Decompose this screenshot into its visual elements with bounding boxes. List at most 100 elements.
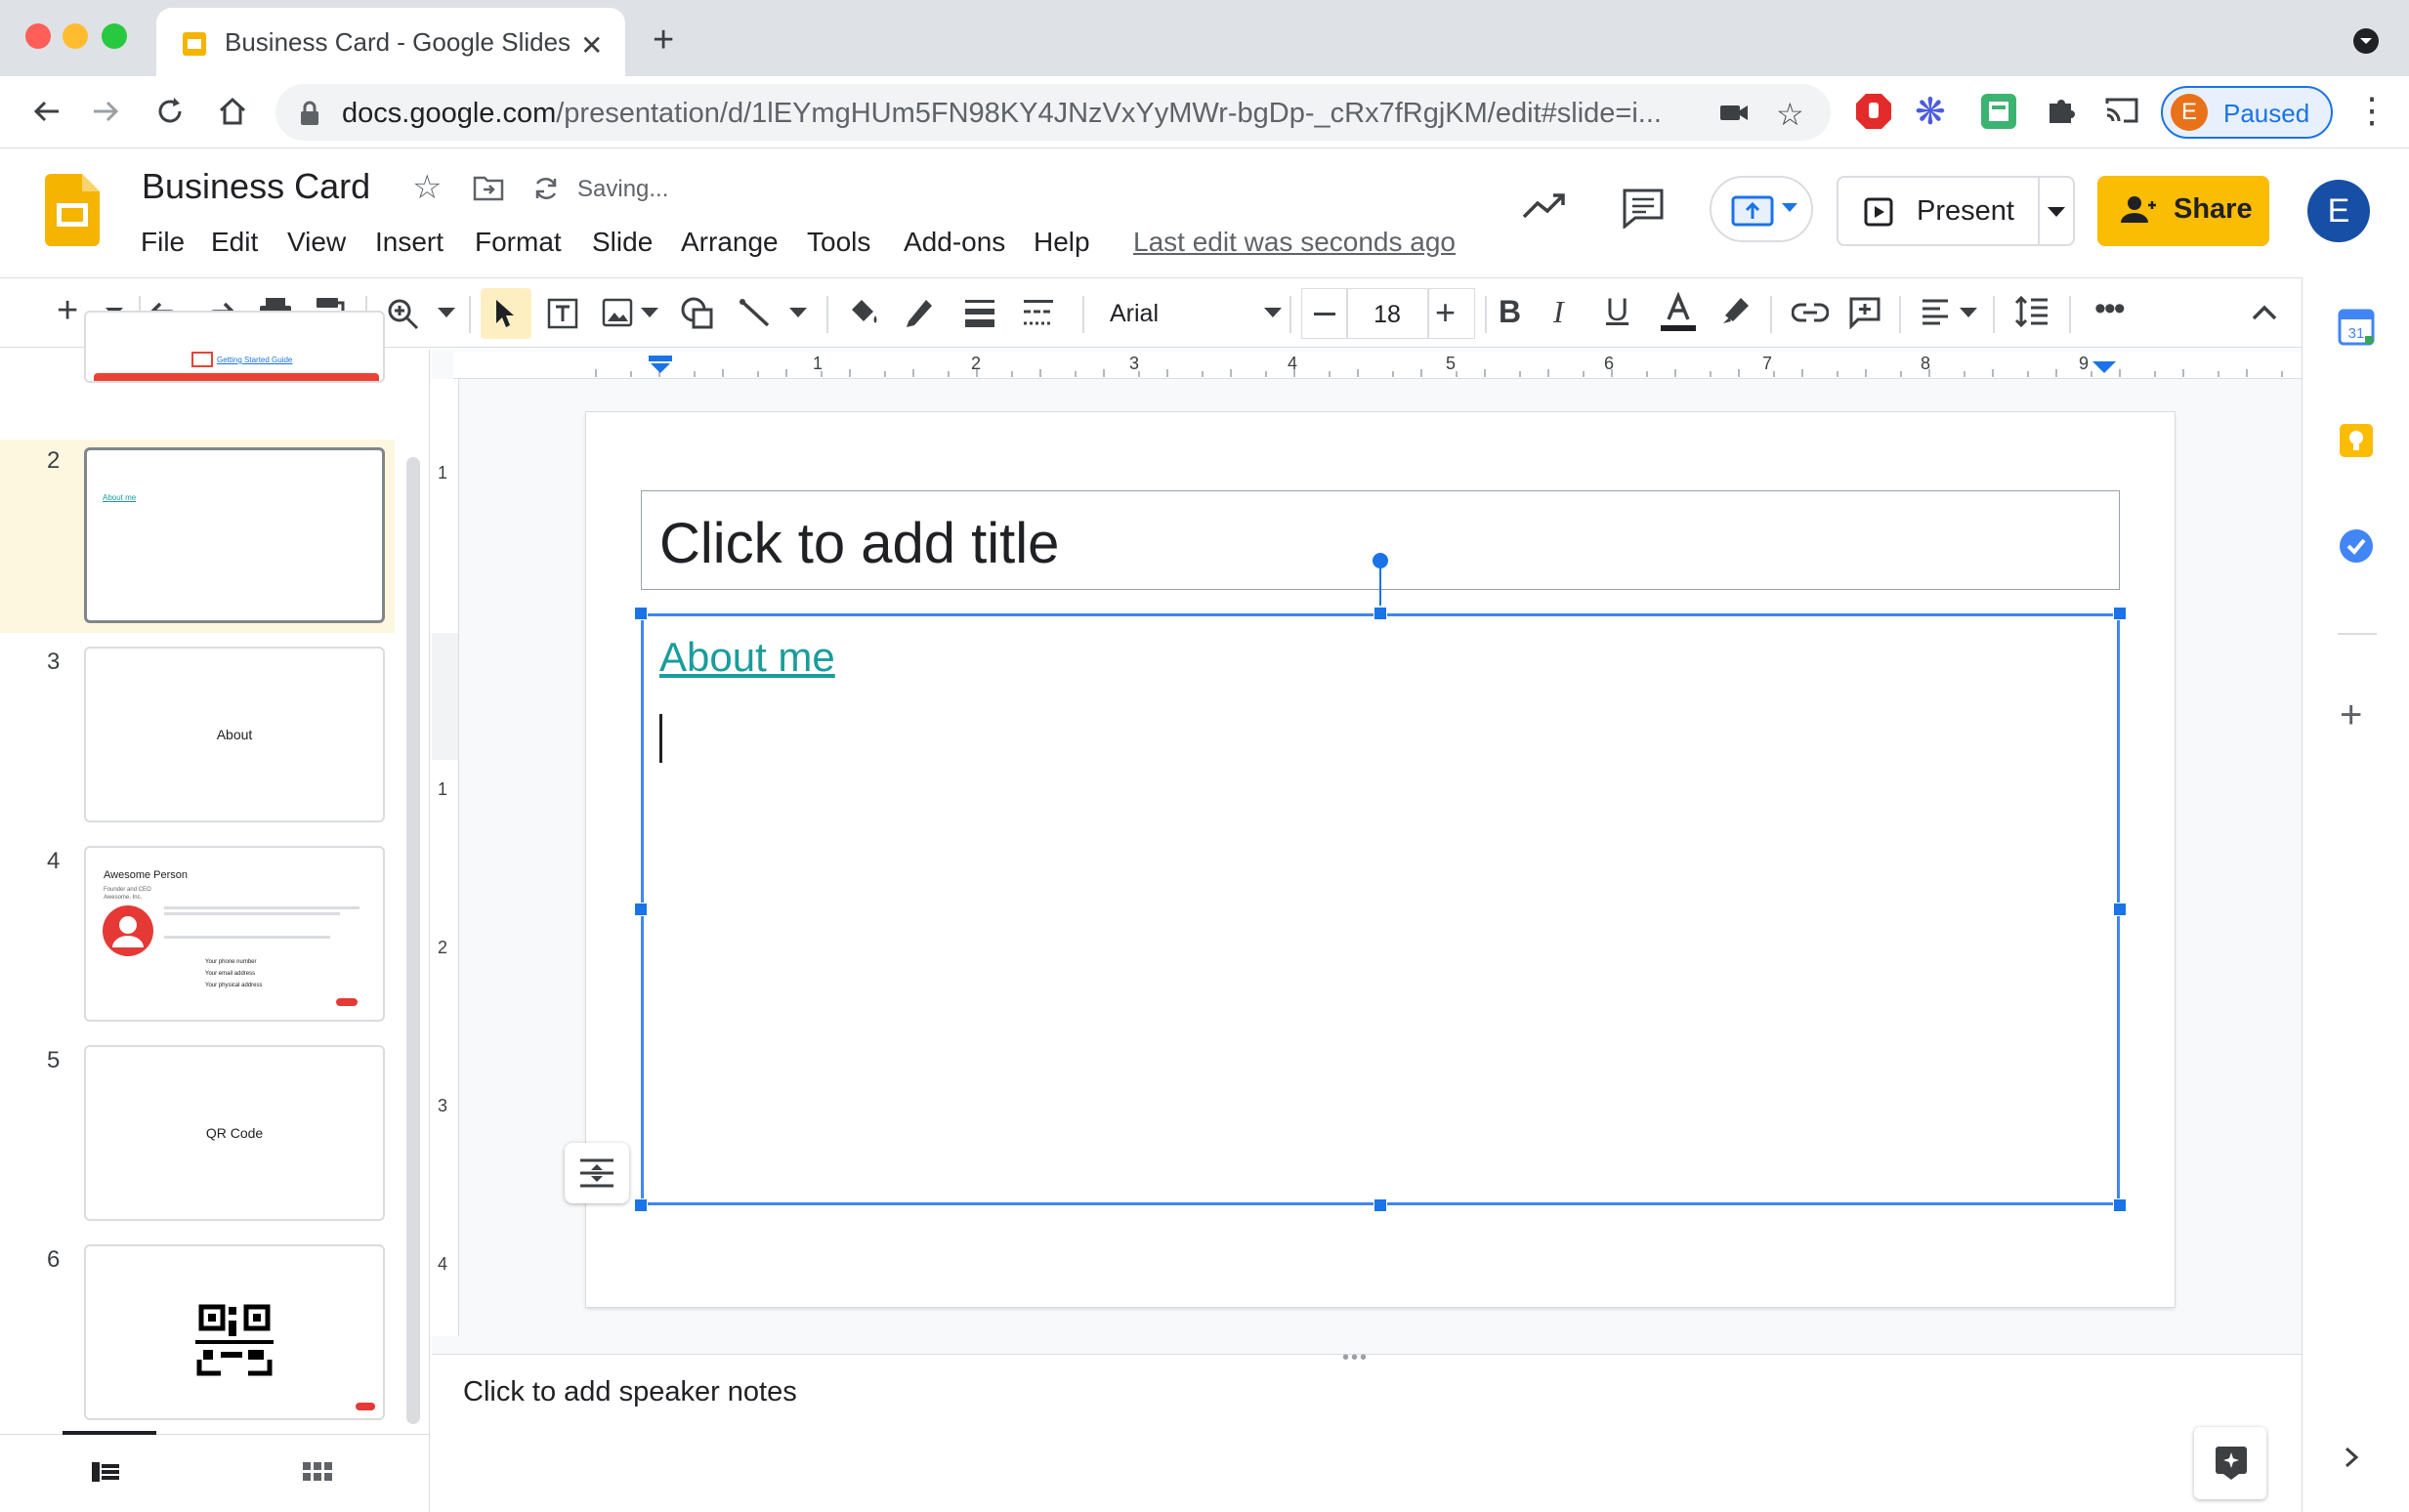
left-indent-marker-icon[interactable] — [647, 356, 674, 375]
minimize-window-button[interactable] — [63, 23, 88, 49]
extensions-puzzle-icon[interactable] — [2046, 94, 2079, 127]
menu-arrange[interactable]: Arrange — [681, 227, 779, 258]
font-family-select[interactable]: Arial — [1110, 300, 1159, 328]
browser-tab[interactable]: Business Card - Google Slides ✕ — [156, 8, 625, 76]
star-icon[interactable]: ☆ — [412, 168, 442, 207]
close-tab-icon[interactable]: ✕ — [580, 29, 603, 62]
menu-slide[interactable]: Slide — [592, 227, 653, 258]
increase-font-size-button[interactable]: + — [1428, 288, 1475, 339]
slide-thumbnail-5[interactable]: QR Code — [84, 1045, 385, 1221]
menu-add-ons[interactable]: Add-ons — [904, 227, 1005, 258]
home-icon[interactable] — [215, 94, 250, 129]
resize-handle-right[interactable] — [2113, 903, 2127, 916]
underline-icon[interactable]: U — [1606, 292, 1628, 328]
slide-thumbnail-4[interactable]: Awesome Person Founder and CEO Awesome, … — [84, 846, 385, 1022]
new-tab-icon[interactable]: + — [653, 20, 674, 62]
image-dropdown-icon[interactable] — [641, 308, 658, 319]
print-extension-icon[interactable] — [1979, 92, 2018, 131]
fill-color-icon[interactable] — [846, 294, 881, 329]
browser-menu-icon[interactable]: ⋮ — [2354, 90, 2389, 131]
slides-logo-icon[interactable] — [45, 174, 100, 246]
align-icon[interactable] — [1921, 298, 1950, 325]
present-dropdown-icon[interactable] — [2048, 207, 2065, 219]
show-side-panel-icon[interactable] — [2344, 1446, 2359, 1469]
menu-insert[interactable]: Insert — [375, 227, 444, 258]
more-options-icon[interactable]: ••• — [2094, 290, 2126, 328]
menu-view[interactable]: View — [287, 227, 346, 258]
zoom-dropdown-icon[interactable] — [438, 308, 455, 319]
explore-button[interactable] — [2194, 1427, 2266, 1499]
address-bar[interactable]: docs.google.com/presentation/d/1lEYmgHUm… — [275, 84, 1831, 141]
reload-icon[interactable] — [152, 94, 188, 129]
highlight-color-icon[interactable] — [1719, 294, 1753, 327]
notes-resize-grip-icon[interactable]: ••• — [1342, 1347, 1369, 1369]
meet-present-button[interactable] — [1710, 176, 1813, 242]
border-color-icon[interactable] — [905, 294, 936, 329]
tasks-icon[interactable] — [2338, 527, 2375, 565]
resize-handle-bottom-right[interactable] — [2113, 1198, 2127, 1212]
slide-thumbnail-6[interactable] — [84, 1244, 385, 1420]
activity-trend-icon[interactable] — [1522, 191, 1567, 221]
font-family-dropdown-icon[interactable] — [1264, 308, 1282, 319]
right-indent-marker-icon[interactable] — [2092, 361, 2116, 375]
slide-thumbnail-1[interactable]: Getting Started Guide — [84, 311, 385, 383]
resize-handle-top-right[interactable] — [2113, 607, 2127, 620]
menu-format[interactable]: Format — [475, 227, 562, 258]
filmstrip-view-icon[interactable] — [92, 1460, 121, 1484]
comments-icon[interactable] — [1622, 188, 1665, 229]
resize-handle-bottom-left[interactable] — [634, 1198, 648, 1212]
shape-icon[interactable] — [680, 296, 715, 331]
speaker-notes-panel[interactable]: ••• Click to add speaker notes — [432, 1347, 2302, 1512]
italic-icon[interactable]: I — [1553, 294, 1564, 330]
about-me-link[interactable]: About me — [659, 634, 835, 681]
keep-icon[interactable] — [2338, 422, 2375, 459]
present-button[interactable]: Present — [1837, 176, 2075, 246]
menu-file[interactable]: File — [141, 227, 185, 258]
autofit-options-button[interactable] — [565, 1143, 629, 1203]
body-text-box[interactable]: About me — [641, 613, 2120, 1205]
menu-tools[interactable]: Tools — [807, 227, 870, 258]
last-edit-link[interactable]: Last edit was seconds ago — [1133, 227, 1456, 258]
select-tool-button[interactable] — [481, 288, 531, 339]
text-box-icon[interactable] — [545, 296, 580, 331]
back-icon[interactable] — [29, 94, 64, 129]
move-folder-icon[interactable] — [473, 174, 504, 201]
slide-canvas[interactable]: Click to add title About me — [586, 412, 2175, 1307]
insert-link-icon[interactable] — [1792, 302, 1829, 323]
bold-icon[interactable]: B — [1499, 294, 1521, 330]
new-slide-icon[interactable]: + — [57, 290, 78, 332]
account-avatar[interactable]: E — [2307, 180, 2370, 242]
grid-view-icon[interactable] — [303, 1460, 332, 1484]
border-dash-icon[interactable] — [1022, 298, 1055, 327]
font-size-input[interactable]: 18 — [1346, 288, 1428, 339]
line-icon[interactable] — [739, 296, 774, 331]
collapse-menus-icon[interactable] — [2251, 304, 2278, 321]
text-color-icon[interactable] — [1659, 292, 1698, 333]
resize-handle-bottom[interactable] — [1374, 1198, 1387, 1212]
share-button[interactable]: Share — [2097, 176, 2269, 246]
snowflake-extension-icon[interactable]: ❋ — [1915, 90, 1946, 134]
forward-icon[interactable] — [88, 94, 123, 129]
filmstrip-scrollbar[interactable] — [406, 457, 420, 1424]
rotation-handle[interactable] — [1373, 553, 1388, 568]
slide-thumbnail-3[interactable]: About — [84, 647, 385, 822]
resize-handle-left[interactable] — [634, 903, 648, 916]
insert-image-icon[interactable] — [602, 298, 633, 327]
resize-handle-top[interactable] — [1374, 607, 1387, 620]
resize-handle-top-left[interactable] — [634, 607, 648, 620]
zoom-icon[interactable] — [387, 298, 420, 331]
calendar-icon[interactable]: 31 — [2338, 309, 2375, 346]
get-add-ons-icon[interactable]: + — [2340, 695, 2362, 735]
adblock-extension-icon[interactable] — [1854, 92, 1893, 131]
close-window-button[interactable] — [25, 23, 51, 49]
line-spacing-icon[interactable] — [2014, 294, 2050, 329]
border-weight-icon[interactable] — [963, 298, 996, 327]
cast-icon[interactable] — [2104, 96, 2139, 125]
decrease-font-size-button[interactable] — [1301, 288, 1348, 339]
menu-help[interactable]: Help — [1034, 227, 1090, 258]
profile-paused-button[interactable]: E Paused — [2161, 86, 2333, 139]
maximize-window-button[interactable] — [102, 23, 127, 49]
add-comment-icon[interactable] — [1848, 296, 1881, 329]
bookmark-star-icon[interactable]: ☆ — [1776, 96, 1804, 133]
tab-search-icon[interactable] — [2352, 27, 2380, 55]
